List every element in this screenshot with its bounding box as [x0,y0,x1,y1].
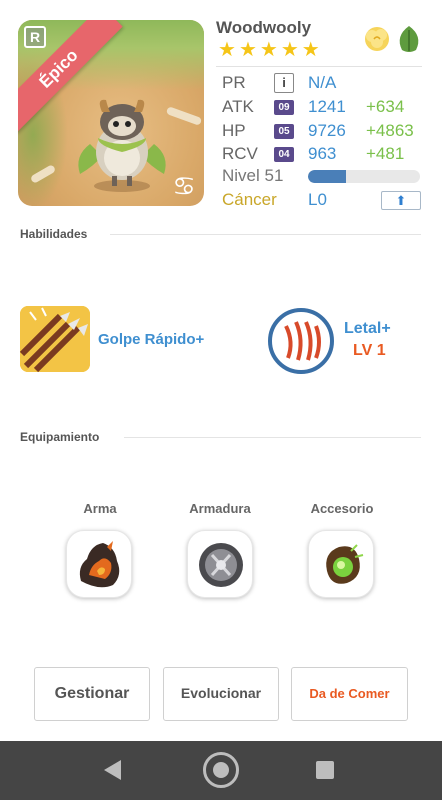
leader-skill-icon[interactable] [268,308,334,374]
level-label: Nivel 51 [222,166,284,185]
stat-bonus: +634 [366,97,405,116]
leader-skill-level: LV 1 [353,342,386,359]
star-rating: ★ ★ ★ ★ ★ [218,40,320,60]
woodwooly-monster-image [78,99,166,192]
arrow-up-icon: ⬆ [395,193,407,208]
home-icon-dot [213,762,229,778]
stat-level-badge: 09 [274,99,294,115]
active-skill-name[interactable]: Golpe Rápido+ [98,331,204,348]
recent-apps-icon[interactable] [316,761,334,779]
stat-label: PR [222,73,246,92]
star-icon: ★ [301,39,320,61]
stat-value: N/A [308,73,337,92]
green-orb-accessory-icon [326,544,364,584]
armor-slot[interactable] [187,530,253,598]
stat-label: HP [222,121,246,140]
cancer-zodiac-icon: ♋ [172,171,196,201]
feed-button[interactable]: Da de Comer [291,667,408,721]
stat-level-badge: 05 [274,123,294,139]
monster-name: Woodwooly [216,18,312,37]
active-skill-icon[interactable] [20,306,90,372]
star-icon: ★ [218,39,236,61]
home-icon[interactable] [203,752,239,788]
rank-badge: R [24,26,46,48]
manage-button[interactable]: Gestionar [34,667,150,721]
stat-label: RCV [222,144,258,163]
star-icon: ★ [259,39,278,61]
light-cloud-icon [365,27,389,51]
stat-bonus: +4863 [366,121,414,140]
element-icons [362,24,424,54]
armor-label: Armadura [189,501,251,516]
zodiac-sign-label: Cáncer [222,190,277,209]
system-nav-bar [0,741,442,800]
section-divider [124,437,421,438]
section-divider [110,234,421,235]
zodiac-sign-level: L0 [308,190,327,209]
level-progress-fill [308,170,347,183]
leader-skill-name[interactable]: Letal+ [344,320,391,338]
flame-gauntlet-icon [79,541,120,588]
weapon-slot[interactable] [66,530,132,598]
steel-shield-icon [199,543,243,587]
stat-level-badge: 04 [274,146,294,162]
weapon-label: Arma [83,501,117,516]
stat-value: 963 [308,144,337,163]
equipment-section-title: Equipamiento [20,430,100,444]
evolve-button[interactable]: Evolucionar [163,667,279,721]
stat-bonus: +481 [366,144,405,163]
skills-section-title: Habilidades [20,227,88,241]
sign-upgrade-button[interactable]: ⬆ [381,191,421,210]
claw-slash-icon [284,321,321,361]
stat-value: 1241 [308,97,346,116]
monster-portrait[interactable]: Épico R ♋ [18,20,204,206]
accessory-slot[interactable] [308,530,374,598]
info-icon[interactable]: i [274,73,294,93]
stat-value: 9726 [308,121,346,140]
star-icon: ★ [280,39,299,61]
level-progress-bar [308,170,420,183]
accessory-label: Accesorio [310,501,374,516]
star-icon: ★ [238,39,257,61]
wood-leaf-icon [399,26,419,52]
header-divider [216,66,422,67]
triple-arrow-strike-icon [20,306,90,372]
stat-label: ATK [222,97,254,116]
back-icon[interactable] [104,760,121,780]
